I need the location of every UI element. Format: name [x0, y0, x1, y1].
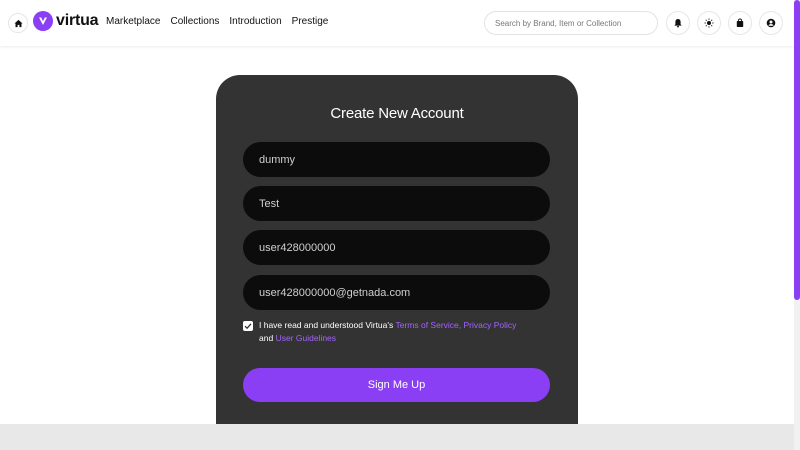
terms-conjunction: and [259, 333, 274, 343]
checkmark-icon [244, 323, 252, 330]
username-field[interactable] [243, 230, 550, 265]
nav-introduction[interactable]: Introduction [229, 16, 281, 27]
nav-marketplace[interactable]: Marketplace [106, 16, 160, 27]
terms-text: I have read and understood Virtua's Term… [259, 319, 559, 345]
scrollbar-thumb[interactable] [794, 0, 800, 300]
home-button[interactable] [8, 13, 28, 33]
bell-icon [674, 19, 682, 28]
top-navigation-bar: virtua Marketplace Collections Introduct… [0, 0, 794, 46]
account-button[interactable] [759, 11, 783, 35]
theme-toggle-button[interactable] [697, 11, 721, 35]
footer-bar [0, 424, 794, 450]
scrollbar-track[interactable] [794, 0, 800, 450]
last-name-field[interactable] [243, 186, 550, 221]
terms-of-service-link[interactable]: Terms of Service, [395, 320, 461, 330]
privacy-policy-link[interactable]: Privacy Policy [464, 320, 517, 330]
nav-prestige[interactable]: Prestige [292, 16, 329, 27]
notifications-button[interactable] [666, 11, 690, 35]
bag-icon [736, 18, 744, 27]
email-field[interactable] [243, 275, 550, 310]
user-icon [766, 18, 776, 28]
user-guidelines-link[interactable]: User Guidelines [276, 333, 336, 343]
virtua-logo[interactable]: virtua [33, 11, 99, 31]
page-title: Create New Account [330, 105, 464, 122]
logo-text: virtua [56, 12, 99, 29]
nav-collections[interactable]: Collections [170, 16, 219, 27]
create-account-card: Create New Account I have read and under… [216, 75, 578, 435]
search-input[interactable] [484, 11, 658, 35]
home-icon [13, 19, 23, 27]
terms-agreement: I have read and understood Virtua's Term… [243, 319, 559, 345]
sun-icon [704, 18, 714, 28]
terms-prefix: I have read and understood Virtua's [259, 320, 394, 330]
cart-button[interactable] [728, 11, 752, 35]
virtua-logo-mark [33, 11, 53, 31]
terms-checkbox[interactable] [243, 321, 253, 331]
main-nav: Marketplace Collections Introduction Pre… [106, 16, 328, 27]
sign-up-button[interactable]: Sign Me Up [243, 368, 550, 402]
first-name-field[interactable] [243, 142, 550, 177]
